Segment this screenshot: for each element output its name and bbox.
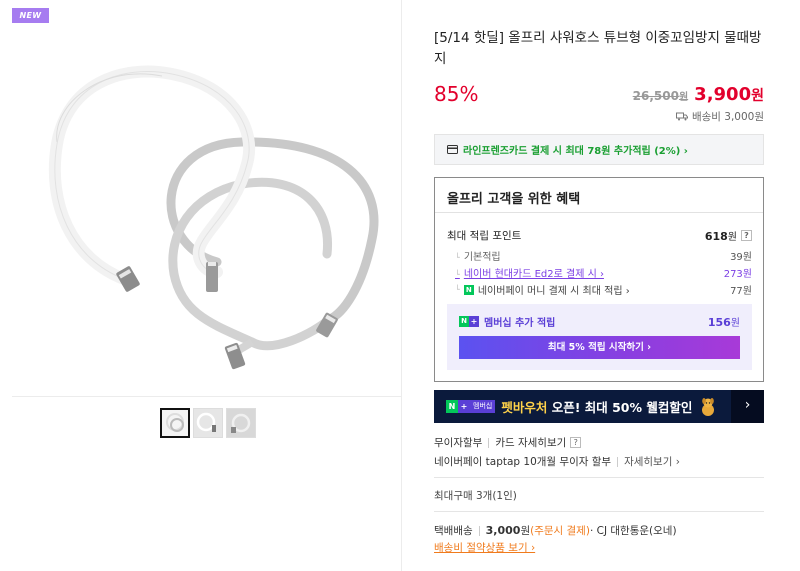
product-page: NEW [5/14 핫딜] 올프리 샤워호스 튜브형 이중꼬임방지 물때방지 8…	[0, 0, 800, 571]
promo-rest: 오픈! 최대 50% 웰컴할인	[547, 400, 693, 415]
price-block: 26,500원 3,900원	[633, 84, 764, 105]
customer-benefits-box: 올프리 고객을 위한 혜택 최대 적립 포인트 618원 ? 기본적립 39원 …	[434, 177, 764, 382]
promo-highlight: 펫바우처	[501, 400, 548, 415]
taptap-detail-link[interactable]: 자세히보기 ›	[624, 454, 680, 469]
delivery-price: 3,000	[485, 524, 521, 537]
card-benefit-text: 라인프렌즈카드 결제 시 최대 78원 추가적립 (2%) ›	[463, 146, 688, 157]
separator	[617, 456, 619, 467]
product-main-image[interactable]	[12, 24, 401, 397]
help-icon[interactable]: ?	[741, 230, 752, 241]
shipping-fee-text: 배송비 3,000원	[691, 111, 764, 123]
discount-rate: 85%	[434, 82, 479, 106]
delivery-price-unit: 원	[520, 525, 531, 537]
delivery-info: 택배배송 3,000 원 (주문시 결제) · CJ 대한통운(오네)	[434, 523, 677, 538]
max-points-value: 618원 ?	[705, 228, 752, 243]
separator	[478, 525, 480, 536]
delivery-method: 택배배송	[434, 525, 473, 537]
pet-voucher-banner[interactable]: N + 멤버십 펫바우처 오픈! 최대 50% 웰컴할인 ›	[434, 390, 764, 423]
benefits-divider	[435, 212, 763, 213]
product-gallery: NEW	[12, 6, 401, 571]
membership-start-button[interactable]: 최대 5% 적립 시작하기 ›	[459, 336, 740, 359]
original-price-unit: 원	[678, 92, 689, 103]
max-points-unit: 원	[727, 232, 737, 243]
card-detail-link[interactable]: 카드 자세히보기	[495, 435, 566, 450]
thumbnail-1[interactable]	[160, 408, 190, 438]
membership-value-unit: 원	[730, 318, 740, 329]
npay-money-row[interactable]: N네이버페이 머니 결제 시 최대 적립 › 77원	[447, 282, 752, 297]
basic-points-row: 기본적립 39원	[447, 248, 752, 263]
max-points-label: 최대 적립 포인트	[447, 230, 522, 242]
basic-points-label: 기본적립	[455, 248, 501, 263]
npay-money-value: 77원	[730, 286, 752, 297]
npay-money-text: 네이버페이 머니 결제 시 최대 적립 ›	[477, 286, 630, 297]
original-price: 26,500원	[633, 88, 689, 103]
max-points-number: 618	[704, 230, 728, 243]
membership-box: N + 멤버십 추가 적립 156원 최대 5% 적립 시작하기 ›	[447, 304, 752, 370]
hyundai-card-value: 273원	[723, 269, 752, 280]
chevron-right-icon[interactable]: ›	[731, 390, 764, 423]
delivery-condition: (주문시 결제)	[530, 525, 590, 537]
thumbnail-2[interactable]	[193, 408, 223, 438]
thumbnail-list	[160, 408, 256, 438]
naver-plus-icon: N +	[446, 400, 470, 413]
sale-price-unit: 원	[751, 88, 764, 104]
hyundai-card-row[interactable]: 네이버 현대카드 Ed2로 결제 시 › 273원	[447, 265, 752, 280]
gallery-divider	[12, 396, 401, 397]
hyundai-card-label[interactable]: 네이버 현대카드 Ed2로 결제 시 ›	[455, 265, 604, 280]
naver-plus-icon: N +	[459, 316, 479, 327]
card-benefit-banner[interactable]: 라인프렌즈카드 결제 시 최대 78원 추가적립 (2%) ›	[434, 134, 764, 165]
npay-money-label[interactable]: N네이버페이 머니 결제 시 최대 적립 ›	[455, 282, 630, 297]
taptap-text: 네이버페이 taptap 10개월 무이자 할부	[434, 456, 612, 468]
sale-price: 3,900원	[694, 84, 764, 105]
installment-info: 무이자할부 카드 자세히보기 ?	[434, 435, 582, 450]
membership-value-number: 156	[707, 316, 731, 329]
membership-tag: 멤버십	[470, 400, 496, 413]
membership-header: N + 멤버십 추가 적립	[459, 314, 555, 329]
promo-plus: +	[458, 400, 470, 413]
interest-free-label: 무이자할부	[434, 437, 483, 449]
sale-price-value: 3,900	[694, 84, 752, 105]
truck-icon	[675, 112, 688, 121]
naver-pay-icon: N	[463, 284, 474, 295]
max-points-row: 최대 적립 포인트 618원 ?	[447, 228, 752, 243]
dog-icon	[702, 397, 715, 416]
delivery-carrier: · CJ 대한통운(오네)	[589, 525, 677, 537]
basic-points-value: 39원	[730, 252, 752, 263]
credit-card-icon	[447, 145, 458, 154]
max-purchase: 최대구매 3개(1인)	[434, 490, 517, 502]
separator	[488, 437, 490, 448]
thumbnail-3[interactable]	[226, 408, 256, 438]
taptap-info: 네이버페이 taptap 10개월 무이자 할부 자세히보기 ›	[434, 454, 680, 469]
original-price-value: 26,500	[632, 89, 679, 103]
shipping-fee: 배송비 3,000원	[675, 109, 764, 124]
membership-value: 156원	[708, 314, 740, 329]
benefits-title: 올프리 고객을 위한 혜택	[447, 192, 581, 207]
hose-fitting-1	[116, 266, 140, 292]
membership-label: 멤버십 추가 적립	[484, 318, 556, 329]
hose-fitting-2	[206, 262, 218, 292]
divider	[434, 477, 764, 478]
shipping-saving-link[interactable]: 배송비 절약상품 보기 ›	[434, 540, 535, 555]
promo-n: N	[446, 400, 458, 413]
product-title: [5/14 핫딜] 올프리 샤워호스 튜브형 이중꼬임방지 물때방지	[434, 30, 762, 67]
divider	[434, 511, 764, 512]
help-icon[interactable]: ?	[570, 437, 582, 448]
promo-text: 펫바우처 오픈! 최대 50% 웰컴할인	[501, 397, 692, 416]
column-divider	[401, 0, 402, 571]
new-badge: NEW	[12, 8, 49, 23]
